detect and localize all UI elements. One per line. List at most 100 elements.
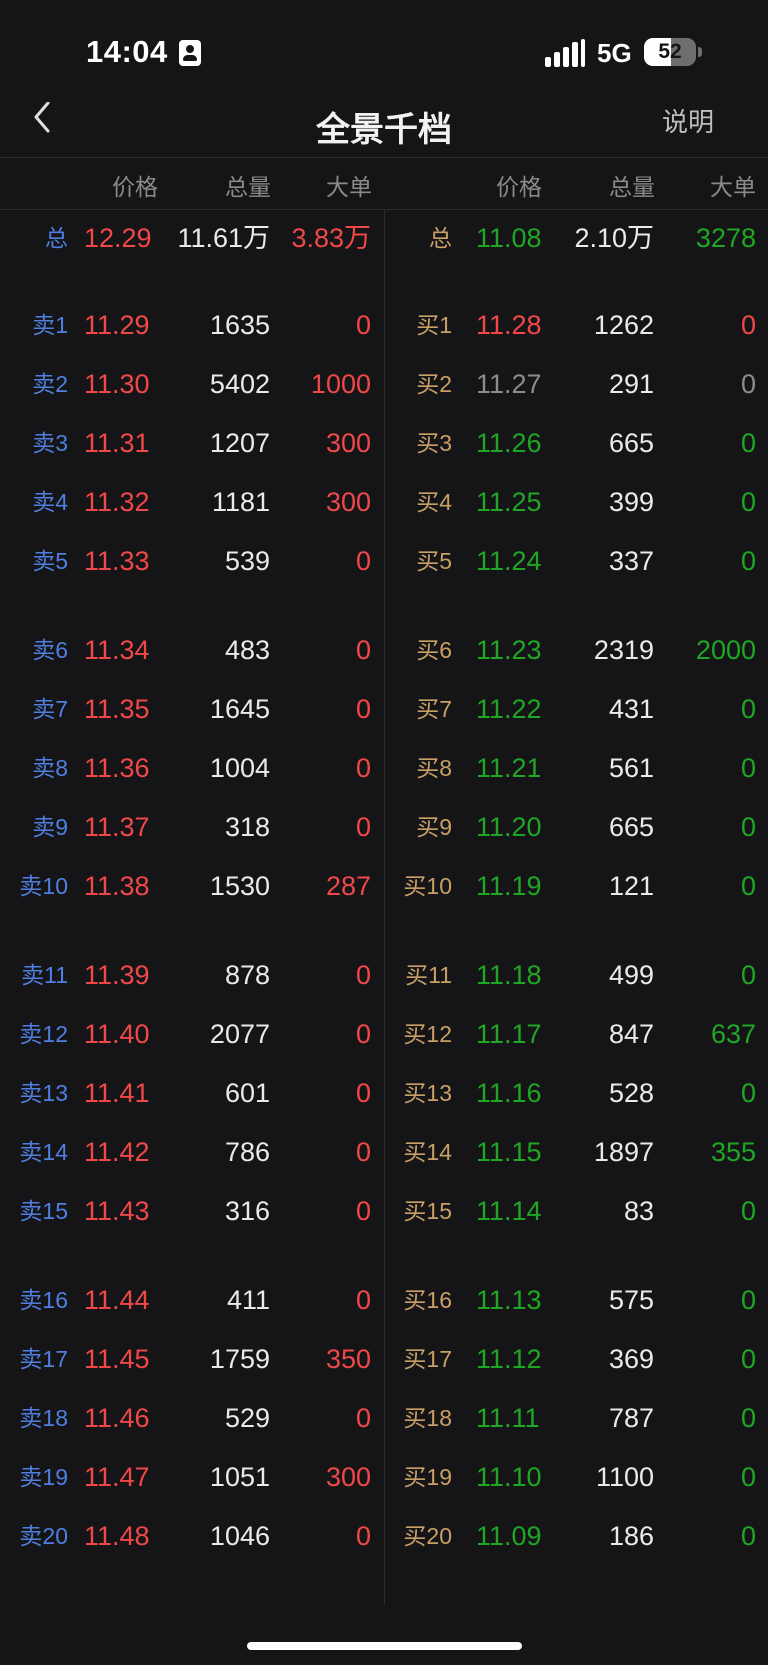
buy-level-label: 买19 bbox=[403, 1464, 452, 1490]
buy-row: 买4 11.25 399 0 bbox=[0, 480, 768, 524]
buy-level-label: 总 bbox=[429, 225, 452, 251]
buy-row: 买18 11.11 787 0 bbox=[0, 1396, 768, 1440]
buy-row: 买14 11.15 1897 355 bbox=[0, 1130, 768, 1174]
buy-volume: 337 bbox=[608, 546, 654, 576]
buy-row: 买11 11.18 499 0 bbox=[0, 953, 768, 997]
buy-row: 买12 11.17 847 637 bbox=[0, 1012, 768, 1056]
buy-big-order: 0 bbox=[740, 1196, 756, 1226]
buy-big-order: 0 bbox=[740, 487, 756, 517]
divider bbox=[0, 157, 768, 158]
battery-cap bbox=[698, 47, 702, 57]
buy-big-order: 0 bbox=[740, 428, 756, 458]
buy-volume: 431 bbox=[608, 694, 654, 724]
buy-big-order: 0 bbox=[740, 310, 756, 340]
buy-big-order: 0 bbox=[740, 812, 756, 842]
buy-row: 买6 11.23 2319 2000 bbox=[0, 628, 768, 672]
buy-row: 买19 11.10 1100 0 bbox=[0, 1455, 768, 1499]
sell-big-header: 大单 bbox=[326, 174, 372, 200]
buy-row: 买8 11.21 561 0 bbox=[0, 746, 768, 790]
buy-level-label: 买12 bbox=[403, 1021, 452, 1047]
buy-big-order: 0 bbox=[740, 1462, 756, 1492]
buy-big-order: 637 bbox=[710, 1019, 756, 1049]
buy-volume: 499 bbox=[608, 960, 654, 990]
buy-volume: 787 bbox=[608, 1403, 654, 1433]
buy-big-order: 0 bbox=[740, 753, 756, 783]
buy-volume-header: 总量 bbox=[609, 174, 655, 200]
buy-volume: 665 bbox=[608, 428, 654, 458]
buy-row: 买20 11.09 186 0 bbox=[0, 1514, 768, 1558]
buy-level-label: 买4 bbox=[416, 489, 452, 515]
buy-big-order: 0 bbox=[740, 1078, 756, 1108]
buy-level-label: 买17 bbox=[403, 1346, 452, 1372]
buy-big-order: 0 bbox=[740, 871, 756, 901]
buy-volume: 2319 bbox=[593, 635, 654, 665]
buy-row: 买5 11.24 337 0 bbox=[0, 539, 768, 583]
buy-volume: 561 bbox=[608, 753, 654, 783]
buy-row: 买9 11.20 665 0 bbox=[0, 805, 768, 849]
nav-bar: 全景千档 说明 bbox=[0, 100, 768, 156]
buy-volume: 528 bbox=[608, 1078, 654, 1108]
buy-big-order: 0 bbox=[740, 546, 756, 576]
buy-volume: 83 bbox=[623, 1196, 654, 1226]
home-indicator[interactable] bbox=[247, 1642, 522, 1650]
buy-volume: 291 bbox=[608, 369, 654, 399]
buy-volume: 2.10万 bbox=[574, 223, 654, 253]
buy-volume: 186 bbox=[608, 1521, 654, 1551]
battery-icon: 52 bbox=[644, 38, 696, 66]
buy-volume: 575 bbox=[608, 1285, 654, 1315]
signal-icon bbox=[545, 39, 585, 67]
buy-level-label: 买5 bbox=[416, 548, 452, 574]
buy-volume: 1100 bbox=[595, 1462, 654, 1492]
buy-volume: 399 bbox=[608, 487, 654, 517]
buy-row: 买16 11.13 575 0 bbox=[0, 1278, 768, 1322]
buy-level-label: 买2 bbox=[416, 371, 452, 397]
buy-big-order: 0 bbox=[740, 1285, 756, 1315]
buy-level-label: 买6 bbox=[416, 637, 452, 663]
buy-level-label: 买1 bbox=[416, 312, 452, 338]
buy-row: 买2 11.27 291 0 bbox=[0, 362, 768, 406]
buy-level-label: 买7 bbox=[416, 696, 452, 722]
buy-level-label: 买11 bbox=[405, 962, 452, 988]
buy-level-label: 买10 bbox=[403, 873, 452, 899]
buy-big-order: 0 bbox=[740, 1521, 756, 1551]
buy-level-label: 买18 bbox=[403, 1405, 452, 1431]
buy-big-order: 0 bbox=[740, 694, 756, 724]
buy-big-order: 355 bbox=[710, 1137, 756, 1167]
buy-price-header: 价格 bbox=[496, 174, 542, 200]
buy-row: 买3 11.26 665 0 bbox=[0, 421, 768, 465]
buy-level-label: 买14 bbox=[403, 1139, 452, 1165]
buy-big-order: 3278 bbox=[695, 223, 756, 253]
buy-big-order: 0 bbox=[740, 369, 756, 399]
battery-level: 52 bbox=[658, 40, 682, 63]
buy-level-label: 买3 bbox=[416, 430, 452, 456]
buy-volume: 1262 bbox=[593, 310, 654, 340]
status-time: 14:04 bbox=[86, 34, 168, 69]
buy-volume: 369 bbox=[608, 1344, 654, 1374]
network-type: 5G bbox=[597, 38, 632, 68]
buy-volume: 847 bbox=[608, 1019, 654, 1049]
buy-big-header: 大单 bbox=[710, 174, 756, 200]
buy-row: 买7 11.22 431 0 bbox=[0, 687, 768, 731]
help-link[interactable]: 说明 bbox=[662, 102, 714, 139]
buy-row: 买10 11.19 121 0 bbox=[0, 864, 768, 908]
buy-row: 买17 11.12 369 0 bbox=[0, 1337, 768, 1381]
status-bar: 14:04 5G 52 bbox=[0, 0, 768, 100]
buy-level-label: 买16 bbox=[403, 1287, 452, 1313]
buy-big-order: 0 bbox=[740, 960, 756, 990]
buy-big-order: 0 bbox=[740, 1344, 756, 1374]
buy-big-order: 0 bbox=[740, 1403, 756, 1433]
buy-level-label: 买8 bbox=[416, 755, 452, 781]
buy-level-label: 买13 bbox=[403, 1080, 452, 1106]
buy-big-order: 2000 bbox=[695, 635, 756, 665]
buy-volume: 1897 bbox=[593, 1137, 654, 1167]
sell-price-header: 价格 bbox=[112, 174, 158, 200]
buy-level-label: 买9 bbox=[416, 814, 452, 840]
buy-row: 买13 11.16 528 0 bbox=[0, 1071, 768, 1115]
buy-volume: 121 bbox=[608, 871, 654, 901]
buy-level-label: 买15 bbox=[403, 1198, 452, 1224]
buy-row: 买1 11.28 1262 0 bbox=[0, 303, 768, 347]
buy-row: 总 11.08 2.10万 3278 bbox=[0, 216, 768, 260]
buy-volume: 665 bbox=[608, 812, 654, 842]
buy-row: 买15 11.14 83 0 bbox=[0, 1189, 768, 1233]
contact-card-icon bbox=[179, 40, 201, 66]
